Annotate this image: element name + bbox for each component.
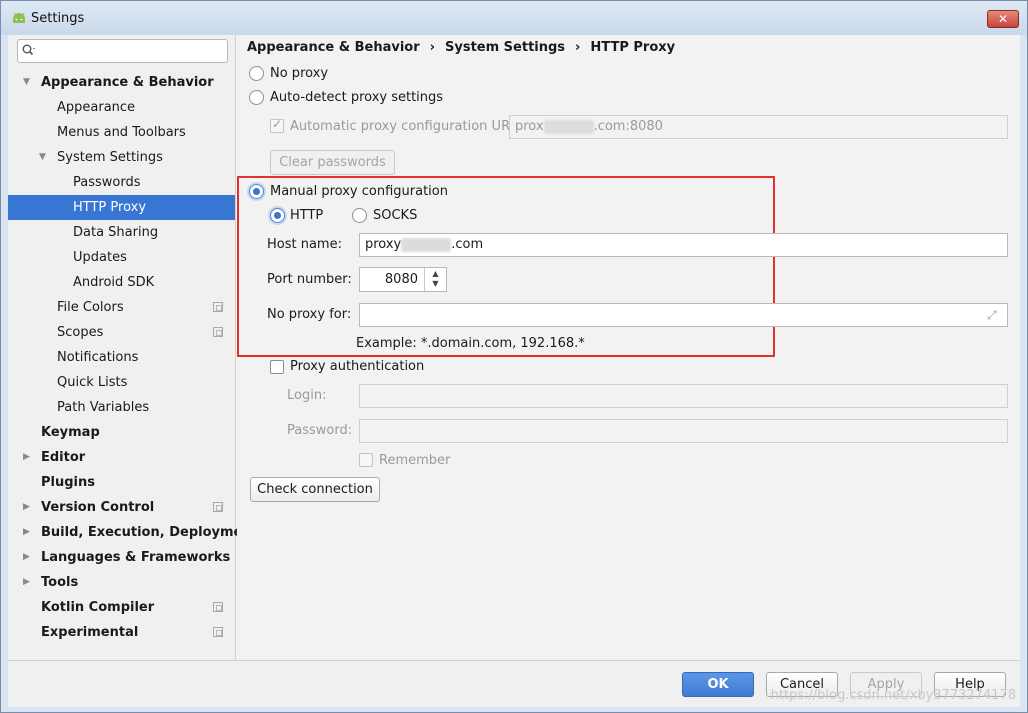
sidebar-item-plugins[interactable]: Plugins [8, 470, 235, 495]
remember-checkbox[interactable] [359, 453, 373, 467]
clear-passwords-button[interactable]: Clear passwords [270, 150, 395, 175]
sidebar-item-path-variables[interactable]: Path Variables [8, 395, 235, 420]
sidebar-item-notifications[interactable]: Notifications [8, 345, 235, 370]
chevron-right-icon: ▶ [23, 502, 30, 512]
search-input[interactable] [17, 39, 228, 63]
settings-window: Settings ✕ ▼ Appearance & Behavior Appea… [0, 0, 1028, 713]
sidebar-item-editor[interactable]: ▶ Editor [8, 445, 235, 470]
auto-detect-radio[interactable] [249, 90, 264, 105]
project-settings-icon [213, 602, 223, 612]
http-radio[interactable] [270, 208, 285, 223]
remember-label: Remember [379, 453, 451, 468]
auto-config-url-checkbox[interactable] [270, 117, 284, 133]
breadcrumb: Appearance & Behavior › System Settings › HT… [247, 40, 676, 55]
redacted-text [543, 119, 594, 134]
sidebar-item-system-settings[interactable]: ▼ System Settings [8, 145, 235, 170]
title-bar[interactable]: Settings ✕ [1, 1, 1027, 35]
chevron-down-icon: ▼ [23, 77, 30, 87]
sidebar-item-android-sdk[interactable]: Android SDK [8, 270, 235, 295]
watermark: https://blog.csdn.net/xby3773274178 [770, 688, 1016, 703]
sidebar-item-quick-lists[interactable]: Quick Lists [8, 370, 235, 395]
sidebar-item-data-sharing[interactable]: Data Sharing [8, 220, 235, 245]
host-name-field[interactable]: proxy .com [359, 233, 1008, 257]
socks-label[interactable]: SOCKS [373, 208, 417, 223]
login-field[interactable] [359, 384, 1008, 408]
no-proxy-for-label: No proxy for: [267, 307, 352, 322]
sidebar-item-tools[interactable]: ▶ Tools [8, 570, 235, 595]
project-settings-icon [213, 502, 223, 512]
android-icon [13, 12, 25, 23]
auto-config-url-label: Automatic proxy configuration URL: [290, 119, 522, 134]
proxy-auth-checkbox[interactable] [270, 360, 284, 374]
highlight-box [237, 176, 775, 357]
http-label[interactable]: HTTP [290, 208, 323, 223]
search-icon [22, 44, 35, 56]
close-button[interactable]: ✕ [987, 10, 1019, 28]
host-name-label: Host name: [267, 237, 342, 252]
sidebar-item-appearance[interactable]: Appearance [8, 95, 235, 120]
sidebar-item-kotlin-compiler[interactable]: Kotlin Compiler [8, 595, 235, 620]
settings-sidebar: ▼ Appearance & Behavior Appearance Menus… [8, 35, 258, 660]
example-hint: Example: *.domain.com, 192.168.* [356, 336, 585, 351]
sidebar-item-build-execution-deployment[interactable]: ▶ Build, Execution, Deployment [8, 520, 258, 545]
auto-config-url-field[interactable]: prox .com:8080 [509, 115, 1008, 139]
sidebar-item-languages-frameworks[interactable]: ▶ Languages & Frameworks [8, 545, 235, 570]
expand-icon[interactable]: ⤢ [987, 308, 1001, 322]
project-settings-icon [213, 327, 223, 337]
no-proxy-radio[interactable] [249, 66, 264, 81]
proxy-auth-label[interactable]: Proxy authentication [290, 359, 424, 374]
auto-detect-label[interactable]: Auto-detect proxy settings [270, 90, 443, 105]
login-label: Login: [287, 388, 327, 403]
chevron-right-icon: ▶ [23, 452, 30, 462]
port-number-label: Port number: [267, 272, 352, 287]
no-proxy-label[interactable]: No proxy [270, 66, 328, 81]
manual-proxy-label[interactable]: Manual proxy configuration [270, 184, 448, 199]
sidebar-item-appearance-behavior[interactable]: ▼ Appearance & Behavior [8, 70, 235, 95]
port-number-stepper[interactable]: 8080 ▲ ▼ [359, 267, 447, 292]
redacted-text [401, 237, 452, 252]
window-title: Settings [31, 11, 85, 26]
sidebar-item-file-colors[interactable]: File Colors [8, 295, 235, 320]
sidebar-item-menus-toolbars[interactable]: Menus and Toolbars [8, 120, 235, 145]
check-connection-button[interactable]: Check connection [250, 477, 380, 502]
socks-radio[interactable] [352, 208, 367, 223]
chevron-right-icon: ▶ [23, 577, 30, 587]
password-label: Password: [287, 423, 353, 438]
ok-button[interactable]: OK [682, 672, 754, 697]
http-proxy-panel: Appearance & Behavior › System Settings › HT… [237, 35, 1020, 660]
manual-proxy-radio[interactable] [249, 184, 264, 199]
project-settings-icon [213, 627, 223, 637]
project-settings-icon [213, 302, 223, 312]
port-number-value[interactable]: 8080 [360, 268, 424, 291]
sidebar-item-keymap[interactable]: Keymap [8, 420, 235, 445]
sidebar-item-passwords[interactable]: Passwords [8, 170, 235, 195]
chevron-down-icon: ▼ [39, 152, 46, 162]
chevron-right-icon: ▶ [23, 527, 30, 537]
sidebar-item-http-proxy[interactable]: HTTP Proxy [8, 195, 235, 220]
no-proxy-for-field[interactable]: ⤢ [359, 303, 1008, 327]
dialog-footer: OK Cancel Apply Help https://blog.csdn.n… [8, 660, 1020, 707]
sidebar-item-updates[interactable]: Updates [8, 245, 235, 270]
chevron-right-icon: ▶ [23, 552, 30, 562]
sidebar-item-experimental[interactable]: Experimental [8, 620, 235, 645]
sidebar-item-version-control[interactable]: ▶ Version Control [8, 495, 235, 520]
stepper-arrows-icon[interactable]: ▲ ▼ [424, 268, 446, 291]
sidebar-item-scopes[interactable]: Scopes [8, 320, 235, 345]
password-field[interactable] [359, 419, 1008, 443]
dialog-body: ▼ Appearance & Behavior Appearance Menus… [8, 35, 1020, 707]
